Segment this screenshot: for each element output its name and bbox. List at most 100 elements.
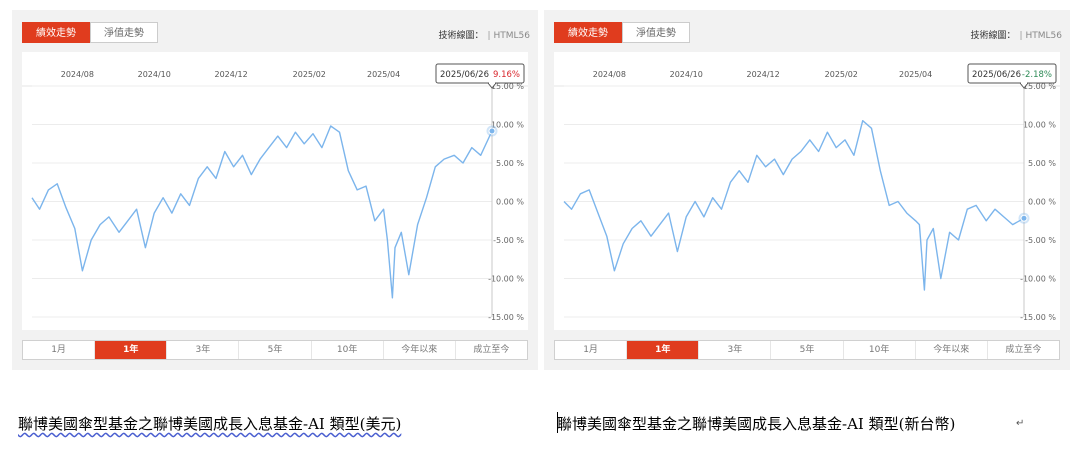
data-point[interactable]	[451, 152, 457, 158]
data-point[interactable]	[441, 156, 447, 162]
tab-nav[interactable]: 淨值走勢	[90, 22, 158, 43]
data-point[interactable]	[187, 202, 193, 208]
range-6[interactable]: 成立至今	[988, 341, 1059, 359]
data-point[interactable]	[79, 268, 85, 274]
data-point[interactable]	[789, 156, 795, 162]
data-point[interactable]	[239, 152, 245, 158]
data-point[interactable]	[345, 168, 351, 174]
data-point[interactable]	[37, 206, 43, 212]
data-point[interactable]	[319, 145, 325, 151]
data-point[interactable]	[406, 272, 412, 278]
data-point[interactable]	[460, 160, 466, 166]
data-point[interactable]	[432, 164, 438, 170]
data-point[interactable]	[629, 225, 635, 231]
data-point[interactable]	[204, 164, 210, 170]
data-point[interactable]	[178, 191, 184, 197]
data-point[interactable]	[924, 237, 930, 243]
data-point[interactable]	[469, 145, 475, 151]
plot-area[interactable]: 15.00 % 10.00 % 5.00 % 0.00 % -5.00 % -10.00 …	[554, 52, 1060, 330]
range-2[interactable]: 3年	[699, 341, 772, 359]
line-chart-twd[interactable]: 15.00 %10.00 %5.00 %0.00 %-5.00 %-10.00 …	[554, 52, 1060, 330]
data-point[interactable]	[169, 210, 175, 216]
tab-performance[interactable]: 績效走勢	[22, 22, 90, 43]
data-point[interactable]	[310, 131, 316, 137]
range-3[interactable]: 5年	[239, 341, 312, 359]
data-point[interactable]	[657, 222, 663, 228]
data-point[interactable]	[392, 245, 398, 251]
data-point[interactable]	[938, 276, 944, 282]
data-point[interactable]	[869, 125, 875, 131]
data-point[interactable]	[231, 164, 237, 170]
data-point[interactable]	[88, 237, 94, 243]
data-point[interactable]	[116, 229, 122, 235]
data-point[interactable]	[106, 214, 112, 220]
data-point[interactable]	[851, 152, 857, 158]
data-point[interactable]	[964, 206, 970, 212]
data-point[interactable]	[478, 152, 484, 158]
data-point[interactable]	[674, 249, 680, 255]
tab-performance[interactable]: 績效走勢	[554, 22, 622, 43]
data-point[interactable]	[824, 129, 830, 135]
data-point[interactable]	[384, 237, 390, 243]
data-point[interactable]	[354, 187, 360, 193]
data-point[interactable]	[930, 225, 936, 231]
data-point[interactable]	[561, 199, 567, 205]
data-point[interactable]	[736, 168, 742, 174]
data-point[interactable]	[816, 148, 822, 154]
data-point[interactable]	[842, 137, 848, 143]
tab-nav[interactable]: 淨值走勢	[622, 22, 690, 43]
data-point[interactable]	[328, 123, 334, 129]
data-point[interactable]	[611, 268, 617, 274]
data-point[interactable]	[134, 206, 140, 212]
data-point[interactable]	[222, 148, 228, 154]
data-point[interactable]	[648, 233, 654, 239]
range-2[interactable]: 3年	[167, 341, 240, 359]
data-point[interactable]	[947, 229, 953, 235]
data-point[interactable]	[389, 295, 395, 301]
data-point[interactable]	[125, 218, 131, 224]
data-point[interactable]	[683, 214, 689, 220]
range-0[interactable]: 1月	[23, 341, 96, 359]
data-point[interactable]	[569, 206, 575, 212]
data-point[interactable]	[973, 202, 979, 208]
data-point[interactable]	[692, 199, 698, 205]
data-point[interactable]	[895, 199, 901, 205]
data-point[interactable]	[142, 245, 148, 251]
data-point[interactable]	[275, 133, 281, 139]
data-point[interactable]	[921, 287, 927, 293]
data-point[interactable]	[266, 145, 272, 151]
data-point[interactable]	[63, 205, 69, 211]
range-4[interactable]: 10年	[312, 341, 384, 359]
data-point[interactable]	[701, 214, 707, 220]
data-point[interactable]	[213, 175, 219, 181]
data-point[interactable]	[195, 175, 201, 181]
range-6[interactable]: 成立至今	[456, 341, 527, 359]
data-point[interactable]	[771, 156, 777, 162]
data-point[interactable]	[160, 195, 166, 201]
data-point[interactable]	[904, 210, 910, 216]
range-3[interactable]: 5年	[771, 341, 844, 359]
data-point[interactable]	[586, 187, 592, 193]
data-point[interactable]	[860, 118, 866, 124]
hover-point[interactable]	[1020, 214, 1028, 222]
range-0[interactable]: 1月	[555, 341, 628, 359]
data-point[interactable]	[248, 172, 254, 178]
data-point[interactable]	[337, 129, 343, 135]
data-point[interactable]	[423, 195, 429, 201]
data-point[interactable]	[807, 137, 813, 143]
data-point[interactable]	[577, 191, 583, 197]
data-point[interactable]	[29, 195, 35, 201]
data-point[interactable]	[780, 172, 786, 178]
range-5[interactable]: 今年以來	[916, 341, 988, 359]
data-point[interactable]	[604, 233, 610, 239]
data-point[interactable]	[257, 156, 263, 162]
range-1[interactable]: 1年	[95, 341, 168, 359]
data-point[interactable]	[877, 168, 883, 174]
data-point[interactable]	[1010, 222, 1016, 228]
range-1[interactable]: 1年	[627, 341, 700, 359]
data-point[interactable]	[754, 152, 760, 158]
hover-point[interactable]	[488, 127, 496, 135]
data-point[interactable]	[415, 222, 421, 228]
data-point[interactable]	[97, 222, 103, 228]
data-point[interactable]	[1001, 214, 1007, 220]
